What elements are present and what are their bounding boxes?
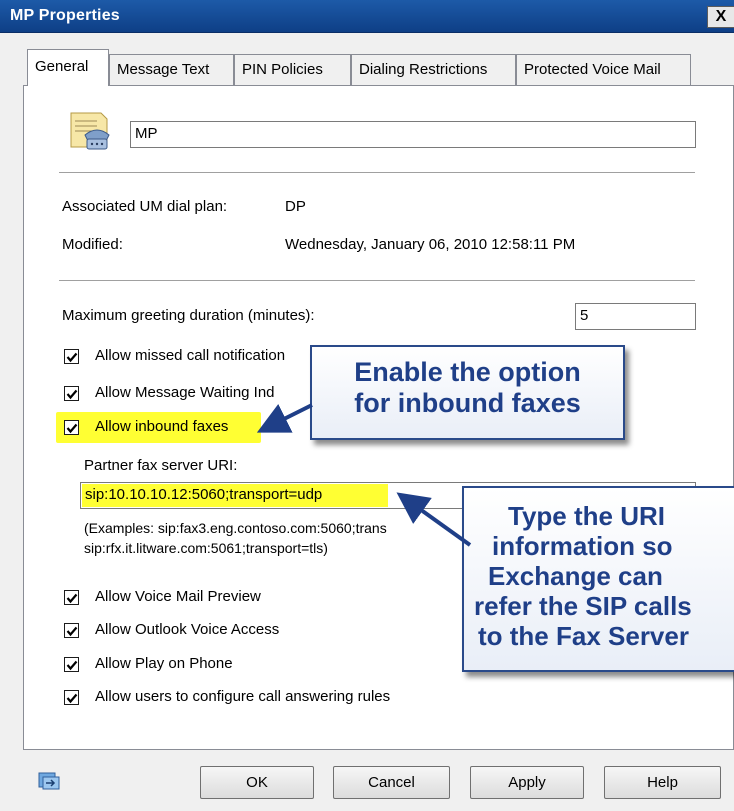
arrow-to-uri-field [396,492,472,547]
arrow-to-inbound-checkbox [256,403,313,433]
annotation-arrows [256,403,472,547]
